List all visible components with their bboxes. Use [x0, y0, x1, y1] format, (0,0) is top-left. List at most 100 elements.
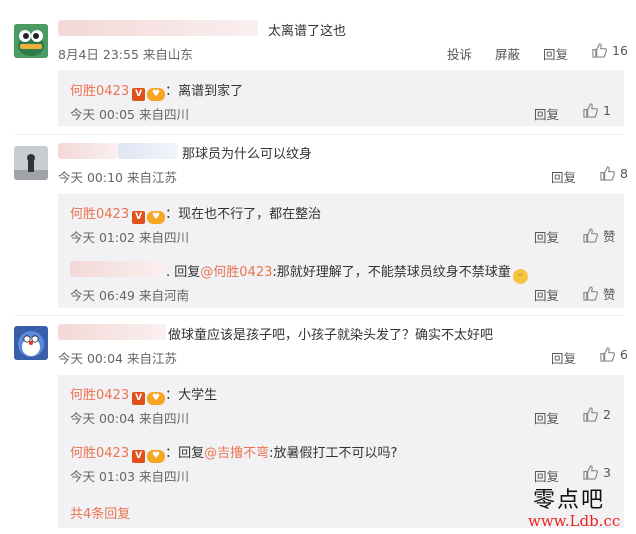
reply-timestamp: 今天 01:03: [70, 469, 135, 484]
comment-location: 来自山东: [142, 47, 193, 62]
thumbs-up-icon: [592, 43, 607, 58]
reply-text: 现在也不行了，都在整治: [178, 207, 322, 222]
reply-like-button[interactable]: 1: [583, 103, 611, 118]
thumbs-up-icon: [600, 166, 615, 181]
reply-location: 来自四川: [138, 230, 189, 245]
reply-meta: 今天 00:04 来自四川: [70, 408, 189, 427]
comment-location: 来自江苏: [126, 170, 177, 185]
reply-text: 离谱到家了: [178, 84, 244, 99]
reply-like-button[interactable]: 3: [583, 465, 611, 480]
mention-link[interactable]: @吉撸不弯: [204, 446, 269, 461]
avatar[interactable]: [14, 326, 48, 360]
reply-line: 何胜0423 V ♥ ：大学生: [70, 388, 218, 405]
avatar-image: [14, 326, 48, 360]
reply-username[interactable]: 何胜0423: [70, 84, 129, 99]
thumbs-up-icon: [583, 465, 598, 480]
watermark-url: www.Ldb.cc: [528, 512, 621, 530]
reply-prefix: 回复: [178, 446, 205, 461]
comment-location: 来自江苏: [126, 351, 177, 366]
username-blurred[interactable]: [58, 324, 166, 340]
reply-meta: 今天 01:03 来自四川: [70, 466, 189, 485]
reply-like-button[interactable]: 2: [583, 407, 611, 422]
comment-time: 今天 00:04 来自江苏: [58, 348, 177, 367]
comment-timestamp: 今天 00:10: [58, 170, 123, 185]
like-count: 1: [603, 103, 611, 118]
reply-like-button[interactable]: 赞: [583, 284, 616, 303]
reply-username[interactable]: 何胜0423: [70, 388, 129, 403]
like-count: 2: [603, 407, 611, 422]
reply-prefix: 回复: [174, 265, 201, 280]
like-count: 赞: [603, 287, 616, 302]
like-count: 16: [612, 43, 628, 58]
watermark-logo: 零点吧: [533, 488, 606, 513]
divider: [14, 134, 624, 135]
like-count: 6: [620, 347, 628, 362]
reply-reply-button[interactable]: 回复: [534, 104, 559, 123]
reply-line: 何胜0423 V ♥ ：回复@吉撸不弯:放暑假打工不可以吗?: [70, 446, 398, 463]
username-blurred[interactable]: [58, 143, 118, 159]
reply-button[interactable]: 回复: [551, 167, 576, 186]
reply-timestamp: 今天 06:49: [70, 288, 135, 303]
like-button[interactable]: 6: [600, 347, 628, 362]
verified-badge-icon: V: [132, 88, 146, 101]
thumbs-up-icon: [583, 228, 598, 243]
reply-reply-button[interactable]: 回复: [534, 285, 559, 304]
member-badge-icon: ♥: [147, 392, 166, 405]
reply-line: 何胜0423 V ♥ ：现在也不行了，都在整治: [70, 207, 322, 224]
reply-location: 来自四川: [138, 469, 189, 484]
username-blurred[interactable]: [118, 143, 178, 159]
reply-username[interactable]: 何胜0423: [70, 207, 129, 222]
reply-timestamp: 今天 00:04: [70, 411, 135, 426]
more-replies-link[interactable]: 共4条回复: [70, 503, 130, 522]
comment-timestamp: 今天 00:04: [58, 351, 123, 366]
reply-meta: 今天 01:02 来自四川: [70, 227, 189, 246]
report-button[interactable]: 投诉: [447, 44, 472, 63]
avatar[interactable]: [14, 146, 48, 180]
avatar-image: [14, 146, 48, 180]
comment-timestamp: 8月4日 23:55: [58, 47, 139, 62]
reply-location: 来自四川: [138, 107, 189, 122]
reply-reply-button[interactable]: 回复: [534, 408, 559, 427]
verified-badge-icon: V: [132, 211, 146, 224]
reply-button[interactable]: 回复: [543, 44, 568, 63]
reply-line: 何胜0423 V ♥ ：离谱到家了: [70, 84, 244, 101]
reply-text: :那就好理解了，不能禁球员纹身不禁球童: [272, 265, 511, 280]
mention-link[interactable]: @何胜0423: [200, 265, 272, 280]
verified-badge-icon: V: [132, 392, 146, 405]
reply-timestamp: 今天 00:05: [70, 107, 135, 122]
reply-username[interactable]: 何胜0423: [70, 446, 129, 461]
like-count: 3: [603, 465, 611, 480]
like-count: 8: [620, 166, 628, 181]
like-button[interactable]: 8: [600, 166, 628, 181]
reply-button[interactable]: 回复: [551, 348, 576, 367]
emoji-icon: ᵕ: [512, 269, 528, 284]
comment-text: 太离谱了这也: [268, 24, 347, 39]
username-blurred[interactable]: [58, 20, 258, 36]
comment-time: 8月4日 23:55 来自山东: [58, 44, 193, 63]
reply-location: 来自四川: [138, 411, 189, 426]
like-button[interactable]: 16: [592, 43, 628, 58]
reply-location: 来自河南: [138, 288, 189, 303]
username-blurred[interactable]: [70, 261, 165, 277]
reply-line: . 回复@何胜0423:那就好理解了，不能禁球员纹身不禁球童 ᵕ: [166, 261, 528, 284]
avatar-image: [14, 24, 48, 58]
member-badge-icon: ♥: [147, 211, 166, 224]
thumbs-up-icon: [583, 286, 598, 301]
avatar[interactable]: [14, 24, 48, 58]
member-badge-icon: ♥: [147, 88, 166, 101]
thumbs-up-icon: [600, 347, 615, 362]
block-button[interactable]: 屏蔽: [495, 44, 520, 63]
member-badge-icon: ♥: [147, 450, 166, 463]
reply-text: 大学生: [178, 388, 218, 403]
verified-badge-icon: V: [132, 450, 146, 463]
reply-meta: 今天 06:49 来自河南: [70, 285, 189, 304]
reply-text: :放暑假打工不可以吗?: [269, 446, 398, 461]
divider: [14, 315, 624, 316]
reply-reply-button[interactable]: 回复: [534, 227, 559, 246]
like-count: 赞: [603, 229, 616, 244]
thumbs-up-icon: [583, 103, 598, 118]
reply-like-button[interactable]: 赞: [583, 226, 616, 245]
comment-text: 做球童应该是孩子吧，小孩子就染头发了？确实不太好吧: [168, 328, 494, 343]
reply-meta: 今天 00:05 来自四川: [70, 104, 189, 123]
thumbs-up-icon: [583, 407, 598, 422]
